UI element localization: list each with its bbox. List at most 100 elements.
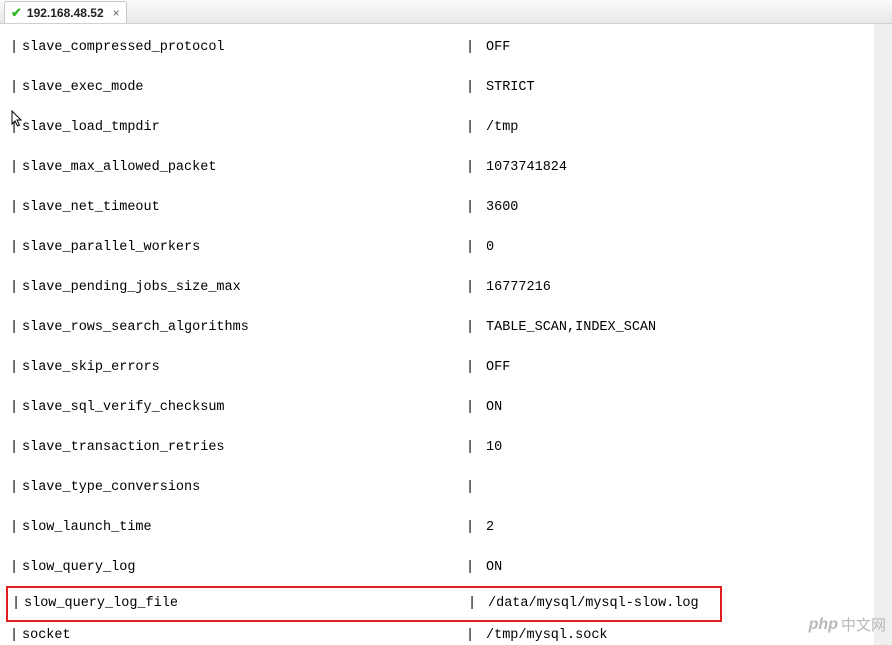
variable-name: slave_type_conversions	[22, 481, 466, 495]
variable-name: slave_transaction_retries	[22, 441, 466, 455]
column-separator: |	[466, 321, 486, 335]
column-separator: |	[466, 121, 486, 135]
column-separator: |	[466, 629, 486, 643]
variable-name: slave_rows_search_algorithms	[22, 321, 466, 335]
variable-name: slave_skip_errors	[22, 361, 466, 375]
row-spacer	[10, 258, 864, 278]
variable-row: | slave_pending_jobs_size_max| 16777216	[10, 278, 864, 298]
column-separator: |	[468, 597, 488, 611]
row-spacer	[10, 418, 864, 438]
variable-value: ON	[486, 401, 864, 415]
variable-row: | slave_load_tmpdir| /tmp	[10, 118, 864, 138]
variable-value: 3600	[486, 201, 864, 215]
variable-row: | slave_parallel_workers| 0	[10, 238, 864, 258]
column-separator: |	[466, 441, 486, 455]
variable-name: slave_exec_mode	[22, 81, 466, 95]
row-spacer	[10, 58, 864, 78]
variable-value: 10	[486, 441, 864, 455]
watermark: php 中文网	[809, 614, 886, 635]
column-separator: |	[466, 401, 486, 415]
terminal-viewport: | slave_compressed_protocol| OFF| slave_…	[0, 24, 892, 645]
variable-value: STRICT	[486, 81, 864, 95]
column-separator: |	[10, 161, 22, 175]
variable-value: /tmp/mysql.sock	[486, 629, 864, 643]
column-separator: |	[10, 361, 22, 375]
terminal-tab[interactable]: ✔ 192.168.48.52 ×	[4, 1, 127, 23]
variable-name: slow_launch_time	[22, 521, 466, 535]
variable-row: | slave_net_timeout| 3600	[10, 198, 864, 218]
column-separator: |	[10, 401, 22, 415]
variable-row: | slow_query_log_file| /data/mysql/mysql…	[6, 586, 722, 622]
variable-row: | slave_max_allowed_packet| 1073741824	[10, 158, 864, 178]
terminal-output[interactable]: | slave_compressed_protocol| OFF| slave_…	[0, 24, 874, 645]
row-spacer	[10, 338, 864, 358]
row-spacer	[10, 98, 864, 118]
row-spacer	[10, 178, 864, 198]
row-spacer	[10, 378, 864, 398]
row-spacer	[10, 578, 864, 582]
variable-name: slave_compressed_protocol	[22, 41, 466, 55]
status-check-icon: ✔	[11, 6, 22, 19]
column-separator: |	[10, 81, 22, 95]
variable-value: 0	[486, 241, 864, 255]
variable-name: slave_net_timeout	[22, 201, 466, 215]
column-separator: |	[466, 201, 486, 215]
column-separator: |	[466, 281, 486, 295]
column-separator: |	[466, 41, 486, 55]
variable-value: 16777216	[486, 281, 864, 295]
row-spacer	[10, 498, 864, 518]
variable-name: slave_parallel_workers	[22, 241, 466, 255]
row-spacer	[10, 218, 864, 238]
column-separator: |	[10, 561, 22, 575]
watermark-php: php	[809, 616, 838, 634]
variable-value: TABLE_SCAN,INDEX_SCAN	[486, 321, 864, 335]
variable-row: | slave_type_conversions|	[10, 478, 864, 498]
variable-row: | slave_rows_search_algorithms| TABLE_SC…	[10, 318, 864, 338]
scrollbar-thumb[interactable]	[877, 34, 891, 89]
variable-row: | slave_sql_verify_checksum| ON	[10, 398, 864, 418]
variable-value: OFF	[486, 361, 864, 375]
close-icon[interactable]: ×	[113, 6, 120, 20]
variable-row: | slow_launch_time| 2	[10, 518, 864, 538]
column-separator: |	[12, 597, 24, 611]
variable-value: ON	[486, 561, 864, 575]
column-separator: |	[10, 41, 22, 55]
column-separator: |	[10, 481, 22, 495]
variable-row: | slave_compressed_protocol| OFF	[10, 38, 864, 58]
column-separator: |	[10, 281, 22, 295]
column-separator: |	[10, 121, 22, 135]
row-spacer	[10, 458, 864, 478]
variable-row: | socket| /tmp/mysql.sock	[10, 626, 864, 645]
variable-row: | slave_exec_mode| STRICT	[10, 78, 864, 98]
row-spacer	[10, 138, 864, 158]
row-spacer	[10, 538, 864, 558]
tab-title: 192.168.48.52	[27, 6, 104, 20]
variable-name: slave_pending_jobs_size_max	[22, 281, 466, 295]
variable-value: OFF	[486, 41, 864, 55]
column-separator: |	[10, 321, 22, 335]
column-separator: |	[10, 521, 22, 535]
variable-name: socket	[22, 629, 466, 643]
variable-name: slave_max_allowed_packet	[22, 161, 466, 175]
variable-row: | slave_transaction_retries| 10	[10, 438, 864, 458]
variable-value: 2	[486, 521, 864, 535]
variable-row: | slave_skip_errors| OFF	[10, 358, 864, 378]
column-separator: |	[466, 161, 486, 175]
column-separator: |	[10, 201, 22, 215]
column-separator: |	[466, 561, 486, 575]
column-separator: |	[466, 521, 486, 535]
variable-name: slow_query_log_file	[24, 597, 468, 611]
column-separator: |	[466, 241, 486, 255]
tab-bar: ✔ 192.168.48.52 ×	[0, 0, 892, 24]
variable-name: slave_load_tmpdir	[22, 121, 466, 135]
column-separator: |	[466, 361, 486, 375]
column-separator: |	[10, 441, 22, 455]
column-separator: |	[466, 81, 486, 95]
variable-name: slave_sql_verify_checksum	[22, 401, 466, 415]
variable-name: slow_query_log	[22, 561, 466, 575]
scrollbar-track[interactable]	[874, 24, 892, 645]
row-spacer	[10, 298, 864, 318]
variable-value: 1073741824	[486, 161, 864, 175]
column-separator: |	[10, 241, 22, 255]
variable-row: | slow_query_log| ON	[10, 558, 864, 578]
